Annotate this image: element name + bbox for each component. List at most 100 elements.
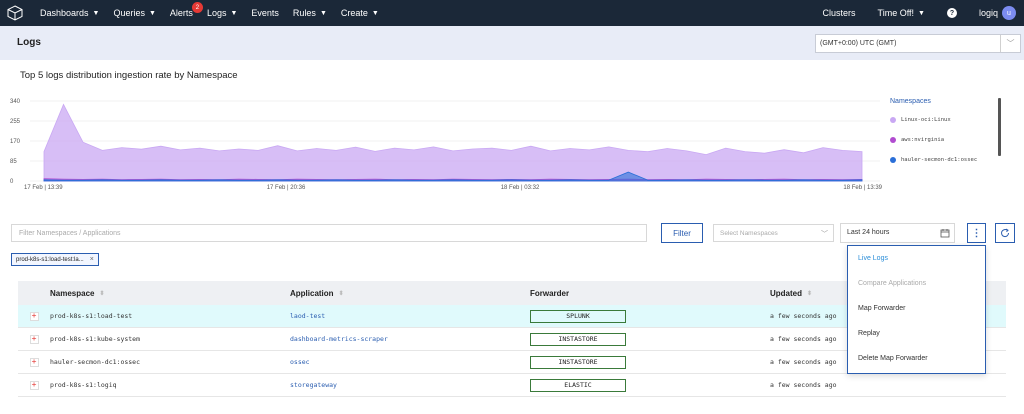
user-name: logiq bbox=[978, 8, 998, 18]
nav-label: Rules bbox=[292, 8, 316, 18]
application-link[interactable]: laod-test bbox=[290, 312, 325, 320]
x-tick-label: 18 Feb | 03:32 bbox=[501, 185, 540, 191]
legend-label: aws:nvirginia bbox=[901, 137, 945, 143]
expand-icon[interactable]: + bbox=[29, 357, 39, 367]
nav-clusters-label: Clusters bbox=[822, 8, 856, 18]
nav-events[interactable]: Events bbox=[251, 8, 279, 18]
forwarder-badge: INSTASTORE bbox=[530, 355, 626, 369]
namespace-filter-placeholder: Filter Namespaces / Applications bbox=[19, 230, 121, 237]
legend-item[interactable]: hauler-secmon-dc1:ossec bbox=[890, 157, 1005, 163]
sort-icon: ⬍ bbox=[338, 290, 344, 297]
chevron-down-icon: ﹀ bbox=[821, 231, 828, 238]
ingestion-area-chart: 0 85 170 255 340 17 Feb | 13:39 17 Feb | 20:36… bbox=[10, 99, 883, 191]
timezone-select[interactable]: (GMT+0:00) UTC (GMT) ﹀ bbox=[815, 34, 1021, 53]
legend-label: hauler-secmon-dc1:ossec bbox=[901, 157, 978, 163]
application-link[interactable]: storegateway bbox=[290, 381, 337, 389]
select-namespaces-placeholder: Select Namespaces bbox=[720, 230, 778, 237]
column-label: Updated bbox=[770, 288, 802, 298]
legend-item[interactable]: aws:nvirginia bbox=[890, 137, 1005, 143]
nav-alerts[interactable]: Alerts 2 bbox=[170, 2, 203, 18]
time-range-select[interactable]: Last 24 hours bbox=[840, 223, 955, 243]
chevron-down-icon: ▼ bbox=[918, 9, 925, 17]
expand-icon[interactable]: + bbox=[29, 311, 39, 321]
y-tick-label: 170 bbox=[10, 139, 21, 145]
more-vertical-icon: ⋮ bbox=[971, 227, 982, 239]
y-tick-label: 255 bbox=[10, 119, 21, 125]
active-filter-tag[interactable]: prod-k8s-s1:load-test:la... × bbox=[11, 253, 99, 266]
cube-logo-icon bbox=[7, 5, 23, 21]
help-button[interactable]: ? bbox=[946, 8, 957, 18]
help-icon: ? bbox=[946, 8, 957, 18]
more-options-menu: Live Logs Compare Applications Map Forward… bbox=[847, 245, 986, 374]
nav-create[interactable]: Create ▼ bbox=[341, 8, 379, 18]
chart-title: Top 5 logs distribution ingestion rate b… bbox=[20, 70, 238, 81]
legend-label: Linux-oci:Linux bbox=[901, 117, 951, 123]
column-label: Application bbox=[290, 288, 334, 298]
sort-icon: ⬍ bbox=[99, 290, 105, 297]
legend-item[interactable]: Linux-oci:Linux bbox=[890, 117, 1005, 123]
sort-icon: ⬍ bbox=[807, 290, 813, 297]
namespace-filter-input[interactable]: Filter Namespaces / Applications bbox=[11, 224, 647, 242]
nav-queries[interactable]: Queries ▼ bbox=[113, 8, 155, 18]
chevron-down-icon: ﹀ bbox=[1000, 35, 1020, 52]
x-tick-label: 18 Feb | 13:39 bbox=[843, 185, 882, 191]
column-header-namespace[interactable]: Namespace ⬍ bbox=[50, 289, 290, 298]
namespace-cell: hauler-secmon-dc1:ossec bbox=[50, 358, 141, 366]
more-options-button[interactable]: ⋮ bbox=[967, 223, 986, 243]
menu-item-compare-applications: Compare Applications bbox=[858, 280, 927, 287]
y-tick-label: 340 bbox=[10, 99, 21, 105]
namespace-cell: prod-k8s-s1:load-test bbox=[50, 312, 133, 320]
logiq-logo[interactable] bbox=[2, 0, 28, 26]
nav-label: Logs bbox=[206, 8, 227, 18]
legend-scrollbar[interactable] bbox=[998, 98, 1001, 156]
nav-logs[interactable]: Logs ▼ bbox=[207, 8, 237, 18]
close-icon[interactable]: × bbox=[90, 256, 94, 263]
nav-right: Clusters Time Off! ▼ ? logiq u bbox=[823, 0, 1024, 26]
menu-item-live-logs[interactable]: Live Logs bbox=[848, 246, 985, 271]
y-tick-label: 0 bbox=[10, 179, 14, 185]
namespace-cell: prod-k8s-s1:logiq bbox=[50, 381, 117, 389]
nav-time-off[interactable]: Time Off! ▼ bbox=[878, 8, 925, 18]
top-nav: Dashboards ▼ Queries ▼ Alerts 2 Logs ▼ Events Rul… bbox=[0, 0, 1024, 26]
legend-dot-icon bbox=[890, 157, 896, 163]
alerts-count-badge: 2 bbox=[191, 2, 203, 13]
expand-icon[interactable]: + bbox=[29, 380, 39, 390]
select-namespaces[interactable]: Select Namespaces ﹀ bbox=[713, 224, 834, 242]
refresh-button[interactable] bbox=[995, 223, 1015, 243]
application-link[interactable]: ossec bbox=[290, 358, 310, 366]
time-range-value: Last 24 hours bbox=[847, 229, 890, 236]
forwarder-badge: SPLUNK bbox=[530, 309, 626, 323]
nav-dashboards[interactable]: Dashboards ▼ bbox=[40, 8, 99, 18]
menu-item-delete-map-forwarder[interactable]: Delete Map Forwarder bbox=[848, 346, 985, 371]
page-title: Logs bbox=[17, 37, 41, 48]
active-filter-tag-label: prod-k8s-s1:load-test:la... bbox=[16, 256, 84, 263]
series-area bbox=[43, 103, 863, 182]
legend-title: Namespaces bbox=[890, 98, 931, 105]
user-menu[interactable]: logiq u bbox=[979, 6, 1016, 20]
y-tick-label: 85 bbox=[10, 159, 17, 165]
expand-icon[interactable]: + bbox=[29, 334, 39, 344]
chevron-down-icon: ▼ bbox=[148, 9, 156, 17]
nav-label: Events bbox=[251, 8, 279, 18]
menu-item-map-forwarder[interactable]: Map Forwarder bbox=[848, 296, 985, 321]
application-link[interactable]: dashboard-metrics-scraper bbox=[290, 335, 388, 343]
x-tick-label: 17 Feb | 20:36 bbox=[267, 185, 306, 191]
nav-label: Queries bbox=[113, 8, 145, 18]
nav-clusters[interactable]: Clusters bbox=[823, 8, 856, 18]
column-header-application[interactable]: Application ⬍ bbox=[290, 289, 530, 298]
legend-dot-icon bbox=[890, 137, 896, 143]
table-row[interactable]: + prod-k8s-s1:logiq storegateway ELASTIC a f… bbox=[18, 374, 1006, 397]
calendar-icon bbox=[940, 229, 950, 238]
chevron-down-icon: ▼ bbox=[230, 9, 238, 17]
nav-label: Create bbox=[340, 8, 368, 18]
column-header-forwarder: Forwarder bbox=[530, 289, 770, 298]
menu-item-replay[interactable]: Replay bbox=[848, 321, 985, 346]
filter-button[interactable]: Filter bbox=[661, 223, 703, 243]
namespace-cell: prod-k8s-s1:kube-system bbox=[50, 335, 141, 343]
updated-cell: a few seconds ago bbox=[770, 381, 837, 389]
chevron-down-icon: ▼ bbox=[371, 9, 379, 17]
nav-rules[interactable]: Rules ▼ bbox=[293, 8, 327, 18]
column-label: Namespace bbox=[50, 288, 95, 298]
nav-time-off-label: Time Off! bbox=[877, 8, 915, 18]
forwarder-badge: ELASTIC bbox=[530, 378, 626, 392]
